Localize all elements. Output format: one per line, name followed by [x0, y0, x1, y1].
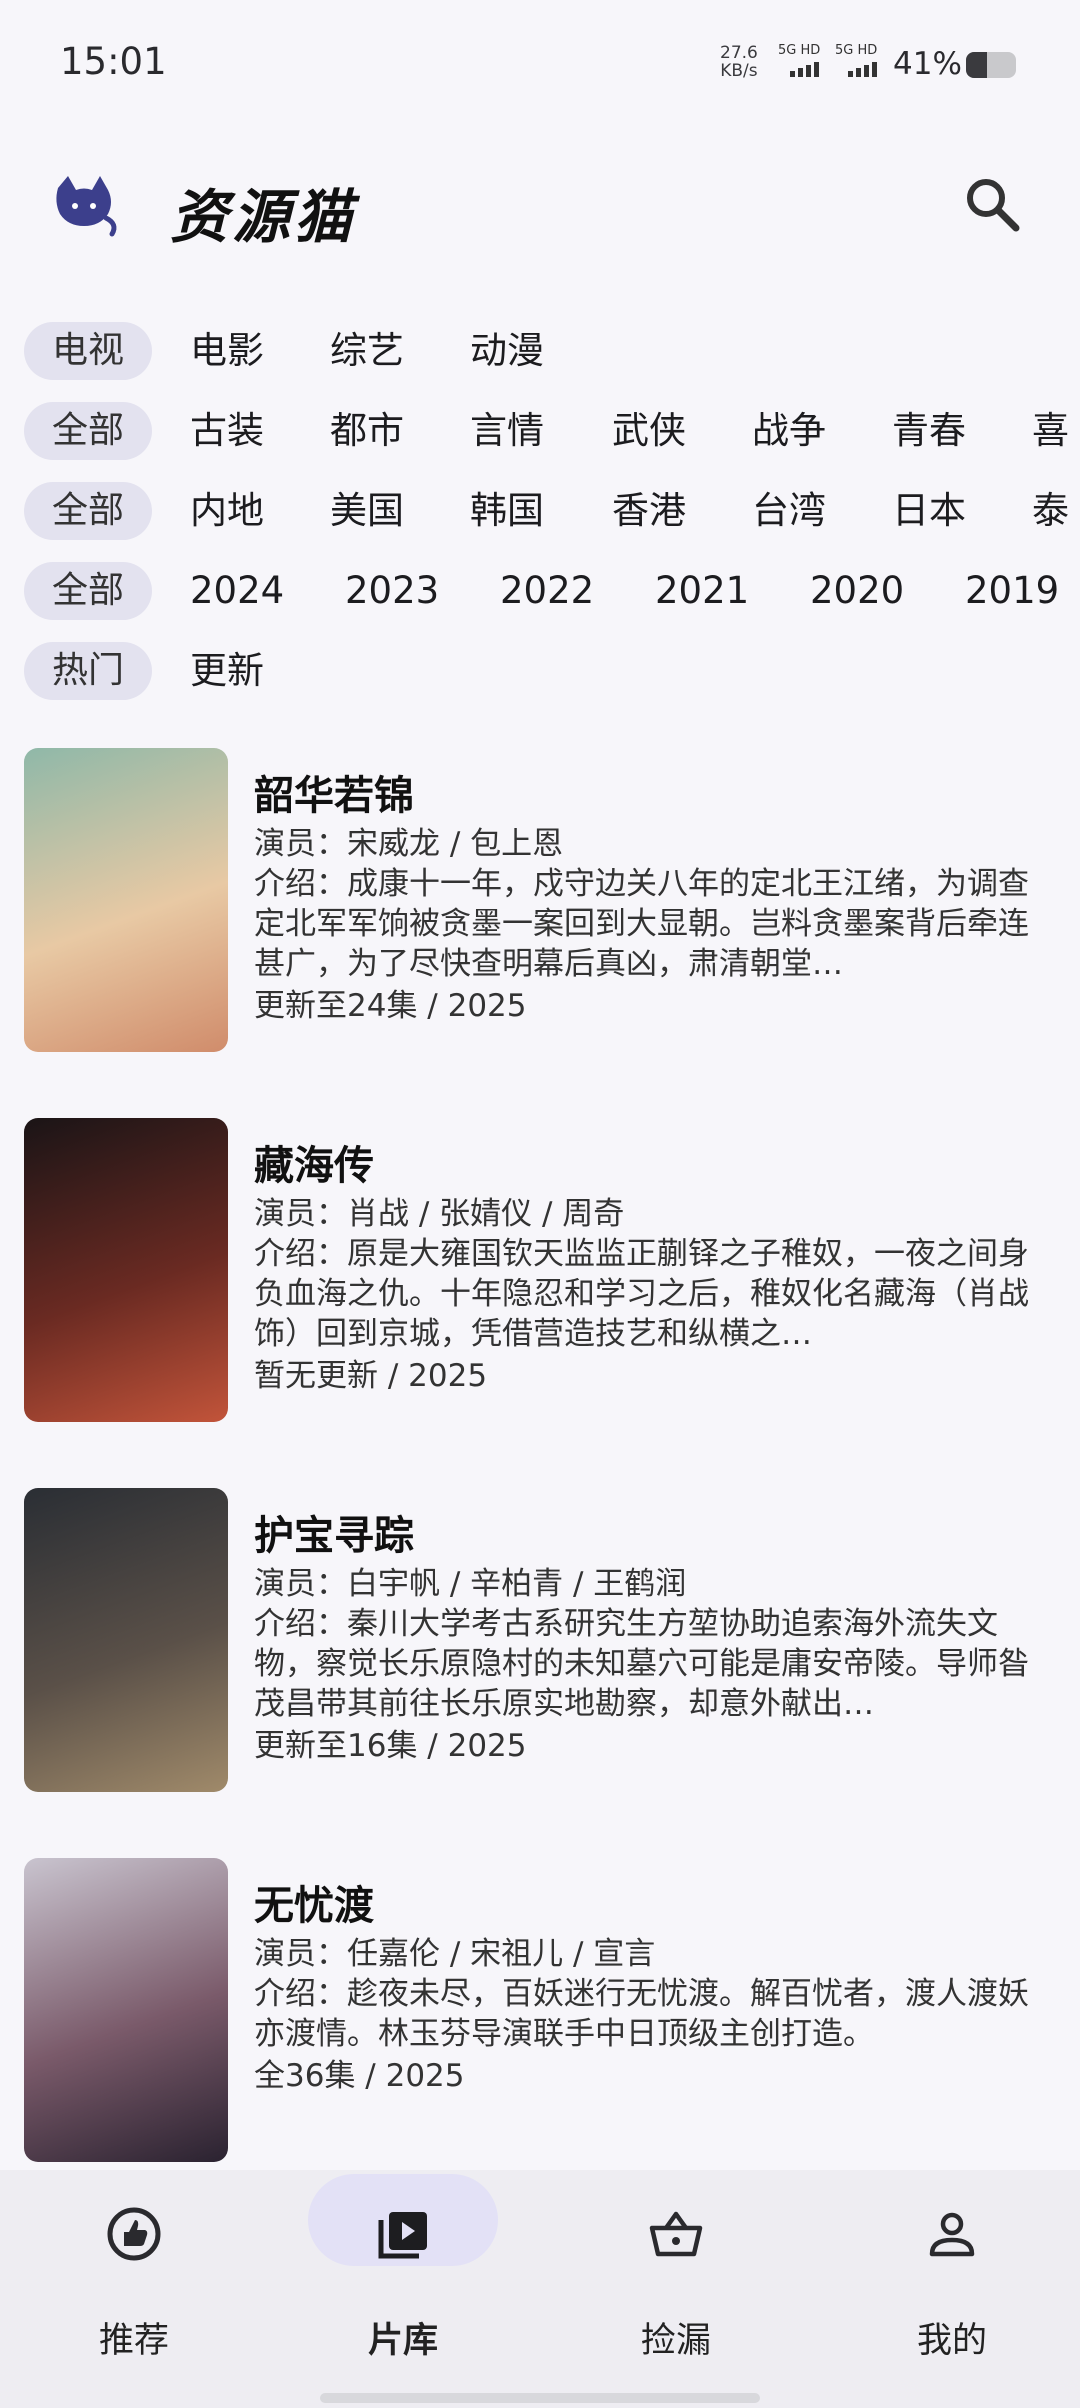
filter-option[interactable]: 喜	[1032, 402, 1069, 460]
bottom-navigation: 推荐 片库 捡漏 我的	[0, 2170, 1080, 2408]
filter-row: 全部 2024 2023 2022 2021 2020 2019	[0, 558, 1080, 638]
filter-option[interactable]: 香港	[612, 482, 686, 540]
app-bar: 资源猫	[0, 150, 1080, 260]
list-item[interactable]: 藏海传演员：肖战 / 张婧仪 / 周奇介绍：原是大雍国钦天监监正蒯铎之子稚奴，一…	[0, 1118, 1080, 1488]
filter-option[interactable]: 2023	[345, 562, 439, 620]
poster-image[interactable]	[24, 1488, 228, 1792]
filter-row: 全部 内地 美国 韩国 香港 台湾 日本 泰	[0, 478, 1080, 558]
item-info: 藏海传演员：肖战 / 张婧仪 / 周奇介绍：原是大雍国钦天监监正蒯铎之子稚奴，一…	[254, 1138, 1054, 1396]
search-icon[interactable]	[960, 172, 1024, 236]
video-library-icon	[375, 2206, 431, 2262]
filter-option[interactable]: 2024	[190, 562, 284, 620]
filter-option[interactable]: 都市	[330, 402, 404, 460]
sim2-label: 5G HD	[835, 43, 878, 58]
item-info: 护宝寻踪演员：白宇帆 / 辛柏青 / 王鹤润介绍：秦川大学考古系研究生方堃协助追…	[254, 1508, 1054, 1766]
item-info: 韶华若锦演员：宋威龙 / 包上恩介绍：成康十一年，戍守边关八年的定北王江绪，为调…	[254, 768, 1054, 1026]
person-icon	[924, 2206, 980, 2262]
nav-label: 我的	[916, 2321, 987, 2361]
filter-chip-selected[interactable]: 全部	[24, 402, 152, 460]
filter-chip-selected[interactable]: 全部	[24, 482, 152, 540]
filter-option[interactable]: 内地	[190, 482, 264, 540]
video-list: 韶华若锦演员：宋威龙 / 包上恩介绍：成康十一年，戍守边关八年的定北王江绪，为调…	[0, 748, 1080, 2228]
filter-row: 热门 更新	[0, 638, 1080, 718]
filter-chip-selected[interactable]: 热门	[24, 642, 152, 700]
filter-option[interactable]: 武侠	[612, 402, 686, 460]
item-cast: 演员：宋威龙 / 包上恩	[254, 826, 564, 862]
item-cast: 演员：白宇帆 / 辛柏青 / 王鹤润	[254, 1566, 687, 1602]
list-item[interactable]: 韶华若锦演员：宋威龙 / 包上恩介绍：成康十一年，戍守边关八年的定北王江绪，为调…	[0, 748, 1080, 1118]
item-description: 介绍：原是大雍国钦天监监正蒯铎之子稚奴，一夜之间身负血海之仇。十年隐忍和学习之后…	[254, 1236, 1029, 1352]
sim2-signal-icon	[848, 62, 877, 77]
gesture-handle	[320, 2393, 760, 2403]
thumb-up-icon	[106, 2206, 162, 2262]
battery-percent: 41%	[893, 46, 962, 82]
basket-icon	[648, 2206, 704, 2262]
item-update-status: 暂无更新 / 2025	[254, 1358, 488, 1394]
nav-label: 片库	[367, 2321, 438, 2361]
filter-option[interactable]: 电影	[190, 322, 264, 380]
filter-panel: 电视 电影 综艺 动漫 全部 古装 都市 言情 武侠 战争 青春喜全部 内地 美国 韩国 香港 台湾 日本泰全部…	[0, 318, 1080, 718]
app-title: 资源猫	[170, 183, 357, 251]
status-time: 15:01	[60, 40, 167, 83]
item-title: 护宝寻踪	[254, 1513, 414, 1559]
item-description: 介绍：成康十一年，戍守边关八年的定北王江绪，为调查定北军军饷被贪墨一案回到大显朝…	[254, 866, 1029, 982]
poster-image[interactable]	[24, 1858, 228, 2162]
filter-option[interactable]: 古装	[190, 402, 264, 460]
item-title: 无忧渡	[254, 1883, 374, 1929]
item-description: 介绍：趁夜未尽，百妖迷行无忧渡。解百忧者，渡人渡妖亦渡情。林玉芬导演联手中日顶级…	[254, 1976, 1029, 2052]
item-cast: 演员：肖战 / 张婧仪 / 周奇	[254, 1196, 625, 1232]
filter-chip-selected[interactable]: 电视	[24, 322, 152, 380]
network-speed-value: 27.6	[720, 43, 758, 63]
filter-option[interactable]: 2022	[500, 562, 594, 620]
filter-option[interactable]: 美国	[330, 482, 404, 540]
sim1-label: 5G HD	[778, 43, 821, 58]
nav-item[interactable]: 片库	[303, 2174, 503, 2366]
sim1-signal-icon	[790, 62, 819, 77]
status-bar: 15:01 27.6 KB/s 5G HD 5G HD 41%	[0, 0, 1080, 120]
cat-logo-icon	[56, 176, 117, 237]
poster-image[interactable]	[24, 1118, 228, 1422]
item-update-status: 更新至16集 / 2025	[254, 1728, 527, 1764]
filter-option[interactable]: 2019	[965, 562, 1059, 620]
nav-label: 捡漏	[640, 2321, 711, 2361]
nav-item[interactable]: 我的	[852, 2206, 1052, 2366]
item-description: 介绍：秦川大学考古系研究生方堃协助追索海外流失文物，察觉长乐原隐村的未知墓穴可能…	[254, 1606, 1029, 1722]
item-update-status: 更新至24集 / 2025	[254, 988, 527, 1024]
battery-icon	[966, 52, 1016, 78]
nav-label: 推荐	[98, 2321, 169, 2361]
filter-option[interactable]: 青春	[892, 402, 966, 460]
item-cast: 演员：任嘉伦 / 宋祖儿 / 宣言	[254, 1936, 656, 1972]
list-item[interactable]: 护宝寻踪演员：白宇帆 / 辛柏青 / 王鹤润介绍：秦川大学考古系研究生方堃协助追…	[0, 1488, 1080, 1858]
filter-option[interactable]: 日本	[892, 482, 966, 540]
nav-item[interactable]: 推荐	[34, 2206, 234, 2366]
filter-option[interactable]: 综艺	[330, 322, 404, 380]
filter-row: 电视 电影 综艺 动漫	[0, 318, 1080, 398]
network-speed: 27.6 KB/s	[720, 44, 758, 80]
nav-item[interactable]: 捡漏	[576, 2206, 776, 2366]
filter-chip-selected[interactable]: 全部	[24, 562, 152, 620]
filter-option[interactable]: 更新	[190, 642, 264, 700]
filter-option[interactable]: 2020	[810, 562, 904, 620]
filter-option[interactable]: 动漫	[470, 322, 544, 380]
item-title: 韶华若锦	[254, 773, 414, 819]
filter-row: 全部 古装 都市 言情 武侠 战争 青春 喜	[0, 398, 1080, 478]
filter-option[interactable]: 2021	[655, 562, 749, 620]
item-update-status: 全36集 / 2025	[254, 2058, 465, 2094]
filter-option[interactable]: 战争	[752, 402, 826, 460]
item-title: 藏海传	[254, 1143, 374, 1189]
item-info: 无忧渡演员：任嘉伦 / 宋祖儿 / 宣言介绍：趁夜未尽，百妖迷行无忧渡。解百忧者…	[254, 1878, 1054, 2096]
filter-option[interactable]: 泰	[1032, 482, 1069, 540]
network-speed-unit: KB/s	[720, 61, 758, 81]
filter-option[interactable]: 台湾	[752, 482, 826, 540]
filter-option[interactable]: 韩国	[470, 482, 544, 540]
poster-image[interactable]	[24, 748, 228, 1052]
filter-option[interactable]: 言情	[470, 402, 544, 460]
